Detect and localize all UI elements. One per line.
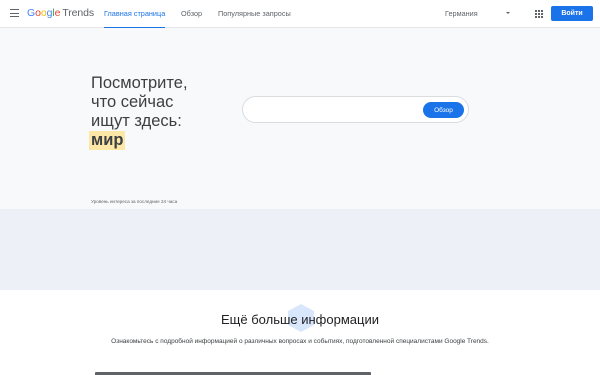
top-bar: Google Trends Главная страница Обзор Попу… xyxy=(0,0,600,29)
headline-line: Посмотрите, xyxy=(91,74,188,92)
headline-line: что сейчас xyxy=(91,93,174,111)
more-info-section: Ещё больше информации Ознакомьтесь с под… xyxy=(0,290,600,375)
sign-in-button[interactable]: Войти xyxy=(551,6,593,21)
more-info-title: Ещё больше информации xyxy=(221,312,379,327)
trending-band xyxy=(0,209,600,290)
logo-letter: e xyxy=(54,7,61,19)
logo-letter: G xyxy=(27,7,36,19)
tab-home[interactable]: Главная страница xyxy=(104,0,166,29)
explore-button[interactable]: Обзор xyxy=(423,102,464,118)
tab-explore[interactable]: Обзор xyxy=(181,0,202,28)
menu-icon[interactable] xyxy=(10,9,19,18)
hero-headline: Посмотрите, что сейчас ищут здесь: мир xyxy=(89,74,211,150)
chevron-down-icon xyxy=(506,12,510,14)
search-input[interactable] xyxy=(255,103,415,117)
logo-product-name: Trends xyxy=(62,7,95,19)
more-info-description: Ознакомьтесь с подробной информацией о р… xyxy=(111,338,489,345)
headline-highlight-word: мир xyxy=(89,131,126,150)
search-box: Обзор xyxy=(242,96,469,123)
tab-trending-searches[interactable]: Популярные запросы xyxy=(218,0,291,28)
country-select[interactable]: Германия xyxy=(445,0,512,28)
interest-label: Уровень интереса за последние 24 часа xyxy=(91,199,178,204)
apps-icon[interactable] xyxy=(535,10,543,18)
headline-line: ищут здесь: xyxy=(91,112,182,130)
google-trends-logo[interactable]: Google Trends xyxy=(27,7,94,19)
hero-section: Посмотрите, что сейчас ищут здесь: мир О… xyxy=(0,28,600,209)
country-select-value: Германия xyxy=(445,9,478,18)
